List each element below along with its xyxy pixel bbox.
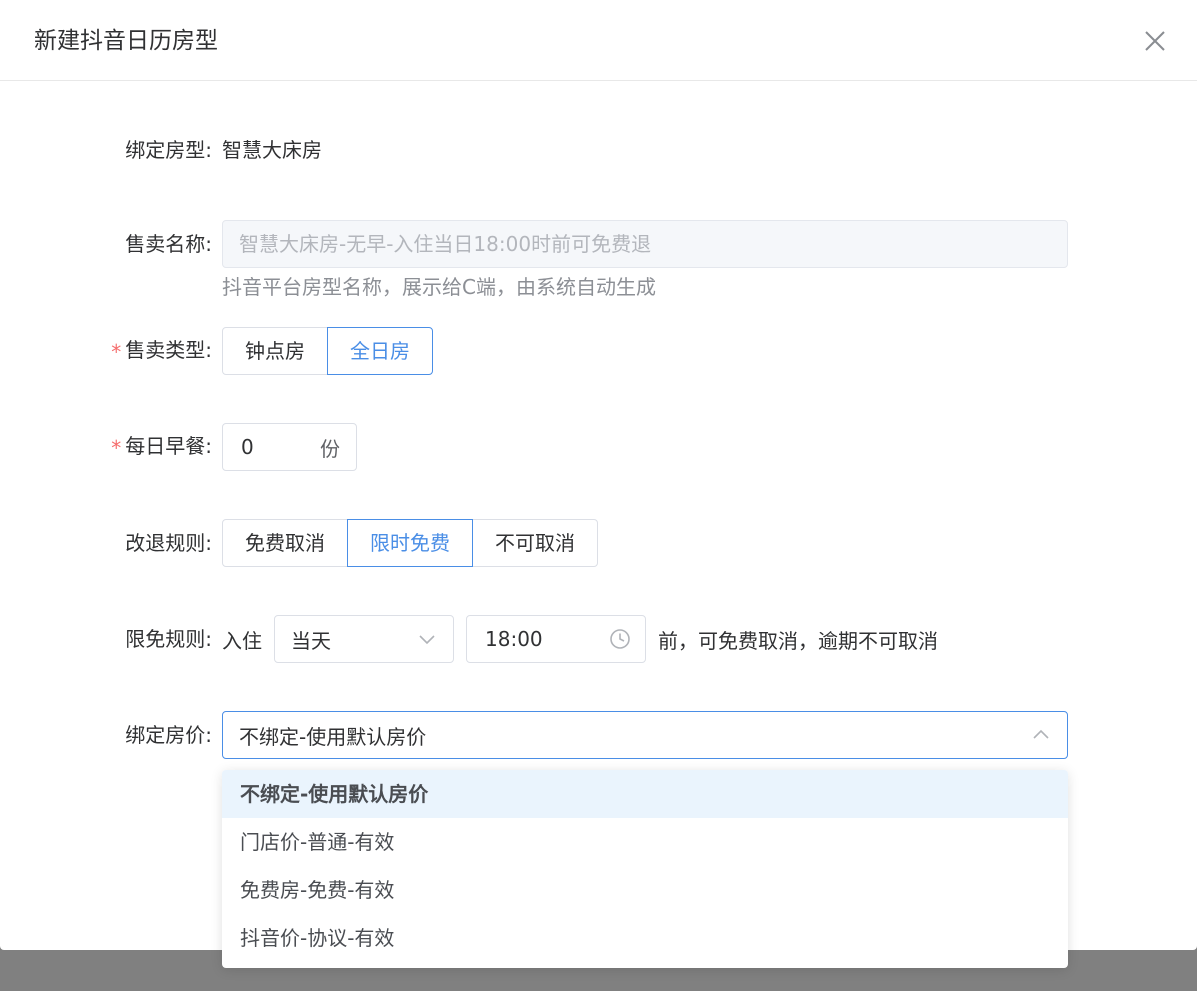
required-mark: * <box>111 435 122 460</box>
bind-room-type-value: 智慧大床房 <box>222 138 322 162</box>
dropdown-option-default[interactable]: 不绑定-使用默认房价 <box>222 770 1068 818</box>
clock-icon <box>610 629 630 649</box>
bind-price-label: 绑定房价: <box>125 723 212 747</box>
chevron-down-icon <box>419 635 435 645</box>
breakfast-input[interactable]: 0 份 <box>222 423 357 471</box>
dialog-header: 新建抖音日历房型 <box>0 0 1197 81</box>
bind-room-type-label: 绑定房型: <box>125 138 212 162</box>
free-rule-label: 限免规则: <box>125 627 212 651</box>
bind-price-dropdown: 不绑定-使用默认房价 门店价-普通-有效 免费房-免费-有效 抖音价-协议-有效 <box>222 770 1068 968</box>
free-rule-day-value: 当天 <box>291 628 331 653</box>
row-bind-room-type: 绑定房型: 智慧大床房 <box>0 126 1197 174</box>
close-button[interactable] <box>1141 27 1169 55</box>
breakfast-label-wrap: * 每日早餐: <box>0 422 212 472</box>
bind-price-select[interactable]: 不绑定-使用默认房价 <box>222 711 1068 759</box>
row-sale-type: * 售卖类型: 钟点房 全日房 <box>0 327 1197 375</box>
dialog-title: 新建抖音日历房型 <box>34 28 218 54</box>
chevron-up-icon <box>1033 729 1049 739</box>
free-rule-suffix: 前，可免费取消，逾期不可取消 <box>658 628 938 653</box>
dropdown-option-store-price[interactable]: 门店价-普通-有效 <box>222 818 1068 866</box>
row-cancel-rule: 改退规则: 免费取消 限时免费 不可取消 <box>0 519 1197 567</box>
sale-type-label: 售卖类型: <box>125 338 212 363</box>
dropdown-option-free-room[interactable]: 免费房-免费-有效 <box>222 866 1068 914</box>
cancel-none-button[interactable]: 不可取消 <box>472 519 598 567</box>
cancel-limited-free-button[interactable]: 限时免费 <box>347 519 473 567</box>
sale-name-input: 智慧大床房-无早-入住当日18:00时前可免费退 <box>222 220 1068 268</box>
row-sale-name: 售卖名称: 智慧大床房-无早-入住当日18:00时前可免费退 <box>0 220 1197 268</box>
breakfast-label: 每日早餐: <box>125 434 212 459</box>
breakfast-unit: 份 <box>320 436 340 461</box>
breakfast-value: 0 <box>241 435 254 459</box>
required-mark: * <box>111 339 122 364</box>
sale-type-hourly-button[interactable]: 钟点房 <box>222 327 328 375</box>
sale-type-group: 钟点房 全日房 <box>222 327 433 375</box>
sale-type-label-wrap: * 售卖类型: <box>0 326 212 376</box>
free-rule-prefix: 入住 <box>222 628 262 653</box>
bind-price-value: 不绑定-使用默认房价 <box>239 724 427 749</box>
cancel-rule-label: 改退规则: <box>125 531 212 555</box>
sale-name-label: 售卖名称: <box>125 232 212 256</box>
row-free-rule: 限免规则: 入住 当天 18:00 前，可免费取消，逾期不可取消 <box>0 615 1197 663</box>
free-rule-time-value: 18:00 <box>485 627 543 651</box>
free-rule-day-select[interactable]: 当天 <box>274 615 454 663</box>
cancel-rule-group: 免费取消 限时免费 不可取消 <box>222 519 598 567</box>
row-bind-price: 绑定房价: 不绑定-使用默认房价 <box>0 711 1197 759</box>
close-icon <box>1145 31 1165 51</box>
sale-name-hint: 抖音平台房型名称，展示给C端，由系统自动生成 <box>222 275 656 299</box>
cancel-free-button[interactable]: 免费取消 <box>222 519 348 567</box>
row-breakfast: * 每日早餐: 0 份 <box>0 423 1197 471</box>
sale-type-fullday-button[interactable]: 全日房 <box>327 327 433 375</box>
dropdown-option-douyin-price[interactable]: 抖音价-协议-有效 <box>222 914 1068 962</box>
free-rule-time-picker[interactable]: 18:00 <box>466 615 646 663</box>
